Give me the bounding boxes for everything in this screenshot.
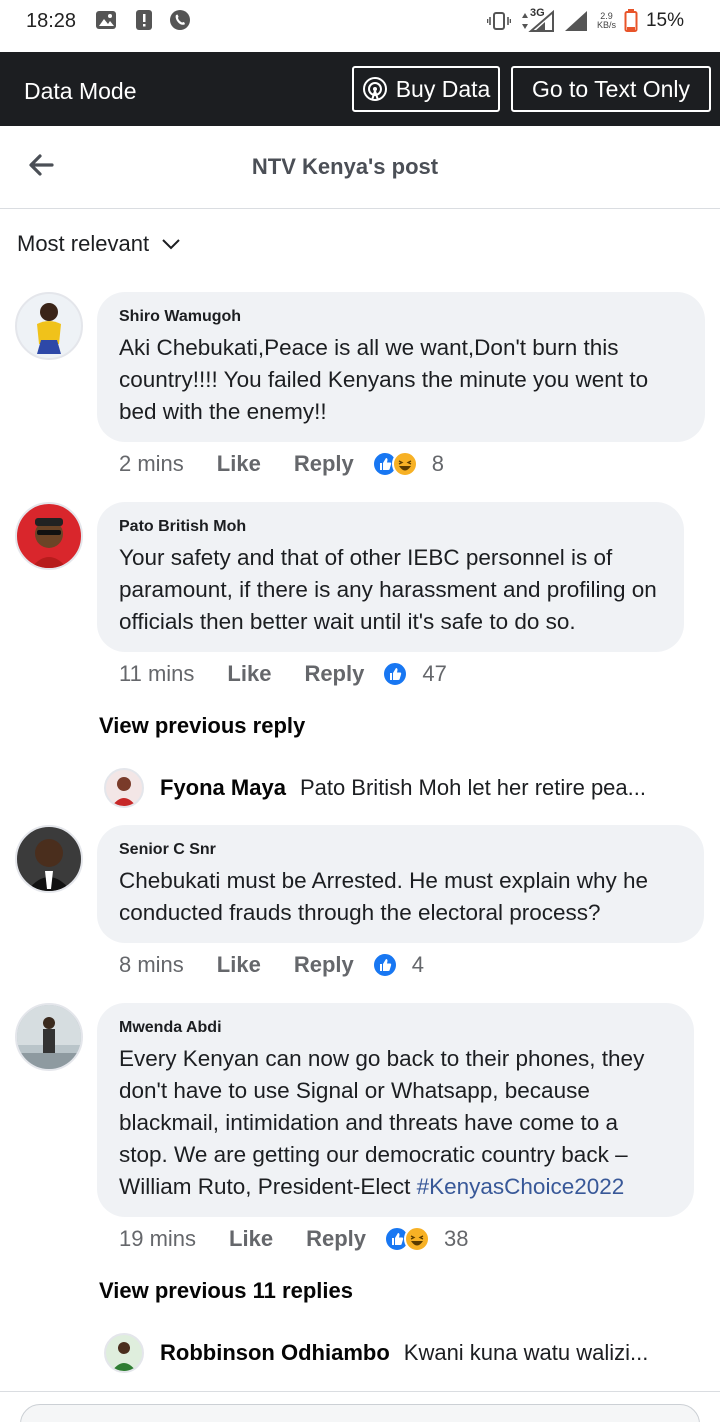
reply-button[interactable]: Reply bbox=[306, 1226, 366, 1252]
post-header: NTV Kenya's post bbox=[0, 126, 720, 209]
reactions-summary[interactable]: 47 bbox=[382, 661, 447, 687]
reaction-count: 4 bbox=[411, 952, 424, 977]
comment-bubble: Pato British Moh Your safety and that of… bbox=[97, 502, 684, 652]
reactions-summary[interactable]: 38 bbox=[384, 1226, 468, 1252]
avatar[interactable] bbox=[104, 1333, 144, 1373]
text-only-button[interactable]: Go to Text Only bbox=[511, 66, 711, 112]
reply-preview[interactable]: Robbinson Odhiambo Kwani kuna watu waliz… bbox=[104, 1333, 648, 1373]
comment-author[interactable]: Senior C Snr bbox=[119, 841, 682, 859]
reply-preview[interactable]: Fyona Maya Pato British Moh let her reti… bbox=[104, 768, 646, 808]
comment-time[interactable]: 8 mins bbox=[119, 952, 184, 978]
reply-author[interactable]: Robbinson Odhiambo bbox=[160, 1340, 390, 1366]
status-time: 18:28 bbox=[26, 10, 77, 32]
buy-data-label: Buy Data bbox=[395, 75, 491, 102]
divider bbox=[0, 1391, 720, 1392]
comment-time[interactable]: 19 mins bbox=[119, 1226, 196, 1252]
data-mode-bar: Data Mode Buy Data Go to Text Only bbox=[0, 52, 720, 126]
like-button[interactable]: Like bbox=[227, 661, 271, 687]
battery-icon bbox=[624, 9, 638, 32]
comment-bubble: Senior C Snr Chebukati must be Arrested.… bbox=[97, 825, 704, 943]
avatar[interactable] bbox=[104, 768, 144, 808]
data-speed-unit: KB/s bbox=[596, 20, 616, 30]
reaction-count: 8 bbox=[431, 451, 444, 476]
avatar[interactable] bbox=[15, 502, 83, 570]
like-reaction-icon bbox=[382, 661, 409, 687]
haha-reaction-icon bbox=[404, 1226, 430, 1252]
avatar[interactable] bbox=[15, 825, 83, 893]
network-signal-icon: 3G bbox=[519, 7, 555, 33]
haha-reaction-icon bbox=[391, 451, 418, 477]
buy-data-button[interactable]: Buy Data bbox=[352, 66, 500, 112]
sort-label: Most relevant bbox=[17, 231, 150, 256]
comment-actions: 11 mins Like Reply 47 bbox=[119, 659, 447, 689]
gallery-icon bbox=[96, 11, 116, 29]
comment-text: Aki Chebukati,Peace is all we want,Don't… bbox=[119, 335, 649, 424]
data-mode-title: Data Mode bbox=[24, 78, 137, 104]
network-type: 3G bbox=[529, 7, 545, 19]
view-previous-replies-link[interactable]: View previous 11 replies bbox=[99, 1278, 353, 1304]
comment-time[interactable]: 2 mins bbox=[119, 451, 184, 477]
signal-bars-icon bbox=[564, 11, 587, 31]
status-indicators: 3G 2.9 KB/s 15% bbox=[486, 7, 684, 34]
alert-icon bbox=[136, 10, 152, 30]
battery-percent: 15% bbox=[645, 10, 684, 31]
sort-dropdown[interactable]: Most relevant bbox=[17, 231, 181, 257]
data-speed: 2.9 KB/s bbox=[597, 12, 616, 30]
comment-text-block: Every Kenyan can now go back to their ph… bbox=[119, 1043, 672, 1203]
comment-composer[interactable] bbox=[20, 1404, 700, 1422]
whatsapp-icon bbox=[170, 10, 190, 30]
comment-actions: 8 mins Like Reply 4 bbox=[119, 950, 424, 980]
reply-text: Kwani kuna watu walizi... bbox=[403, 1340, 649, 1365]
page-title: NTV Kenya's post bbox=[251, 154, 439, 179]
comment-time[interactable]: 11 mins bbox=[119, 661, 194, 687]
like-reaction-icon bbox=[371, 952, 398, 978]
avatar[interactable] bbox=[15, 292, 83, 360]
comment-author[interactable]: Shiro Wamugoh bbox=[119, 308, 683, 326]
comment-actions: 19 mins Like Reply 38 bbox=[119, 1224, 468, 1254]
reply-button[interactable]: Reply bbox=[294, 952, 354, 978]
vibrate-icon bbox=[486, 12, 511, 30]
status-bar: 18:28 3G 2.9 KB/s 15% bbox=[0, 0, 720, 52]
reaction-count: 38 bbox=[444, 1226, 469, 1251]
hashtag-link[interactable]: #KenyasChoice2022 bbox=[417, 1174, 625, 1199]
comment-author[interactable]: Pato British Moh bbox=[119, 518, 662, 536]
text-only-label: Go to Text Only bbox=[531, 75, 691, 102]
reply-button[interactable]: Reply bbox=[294, 451, 354, 477]
reply-text: Pato British Moh let her retire pea... bbox=[299, 775, 646, 800]
reactions-summary[interactable]: 4 bbox=[371, 952, 424, 978]
avatar[interactable] bbox=[15, 1003, 83, 1071]
broadcast-icon bbox=[362, 77, 387, 101]
comment-bubble: Shiro Wamugoh Aki Chebukati,Peace is all… bbox=[97, 292, 705, 442]
reactions-summary[interactable]: 8 bbox=[371, 451, 444, 477]
comment-actions: 2 mins Like Reply 8 bbox=[119, 449, 444, 479]
reply-author[interactable]: Fyona Maya bbox=[160, 775, 286, 801]
chevron-down-icon bbox=[162, 239, 180, 250]
like-button[interactable]: Like bbox=[217, 451, 261, 477]
like-button[interactable]: Like bbox=[217, 952, 261, 978]
view-previous-replies-link[interactable]: View previous reply bbox=[99, 713, 305, 739]
reply-button[interactable]: Reply bbox=[304, 661, 364, 687]
comment-text: Chebukati must be Arrested. He must expl… bbox=[119, 868, 649, 925]
like-button[interactable]: Like bbox=[229, 1226, 273, 1252]
comment-text: Your safety and that of other IEBC perso… bbox=[119, 545, 657, 634]
comment-bubble: Mwenda Abdi Every Kenyan can now go back… bbox=[97, 1003, 694, 1217]
reaction-count: 47 bbox=[422, 661, 447, 686]
comment-author[interactable]: Mwenda Abdi bbox=[119, 1019, 672, 1037]
